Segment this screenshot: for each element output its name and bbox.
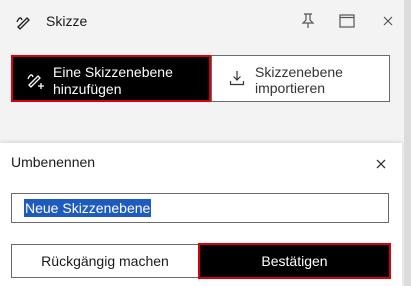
undo-button[interactable]: Rückgängig machen bbox=[11, 244, 199, 278]
close-icon[interactable] bbox=[379, 12, 397, 30]
layer-name-input[interactable]: Neue Skizzenebene bbox=[11, 193, 389, 223]
import-sketch-layer-label: Skizzenebene importieren bbox=[255, 64, 343, 96]
import-sketch-layer-button[interactable]: Skizzenebene importieren bbox=[211, 55, 390, 102]
maximize-icon[interactable] bbox=[338, 12, 356, 30]
sketch-panel: Skizze Eine Skizzenebene hinzufügen Skiz… bbox=[0, 0, 404, 286]
panel-title: Skizze bbox=[46, 13, 88, 29]
rename-dialog: Umbenennen Neue Skizzenebene Rückgängig … bbox=[0, 143, 402, 286]
layer-name-value: Neue Skizzenebene bbox=[24, 199, 152, 217]
pin-icon[interactable] bbox=[299, 12, 317, 30]
scrollbar[interactable] bbox=[404, 0, 411, 286]
add-sketch-layer-label: Eine Skizzenebene hinzufügen bbox=[53, 64, 173, 97]
add-sketch-layer-button[interactable]: Eine Skizzenebene hinzufügen bbox=[11, 55, 211, 102]
download-icon bbox=[229, 70, 245, 86]
confirm-button-label: Bestätigen bbox=[261, 253, 328, 269]
sketch-pen-icon bbox=[15, 13, 33, 31]
undo-button-label: Rückgängig machen bbox=[41, 253, 169, 269]
rename-dialog-title: Umbenennen bbox=[11, 154, 96, 170]
confirm-button[interactable]: Bestätigen bbox=[198, 243, 391, 279]
panel-titlebar: Skizze bbox=[0, 0, 404, 42]
close-icon[interactable] bbox=[375, 157, 389, 171]
sketch-add-icon bbox=[26, 70, 46, 90]
